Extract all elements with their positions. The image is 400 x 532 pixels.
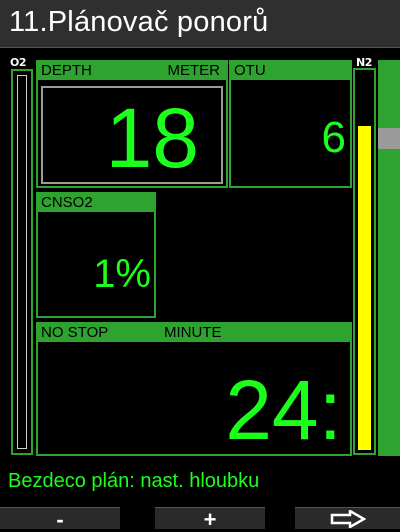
- decrease-button-label: -: [56, 507, 64, 532]
- no-stop-label: NO STOP: [41, 324, 109, 341]
- depth-unit: METER: [167, 62, 221, 79]
- status-message: Bezdeco plán: nast. hloubku: [8, 470, 260, 492]
- o2-gauge-label: O2: [10, 56, 27, 69]
- title-bar: 11.Plánovač ponorů: [0, 0, 400, 48]
- no-stop-panel: NO STOP MINUTE 24:: [36, 322, 352, 456]
- o2-gauge: [11, 69, 33, 455]
- cns-o2-value: 1%: [93, 252, 151, 296]
- depth-value-box[interactable]: 18: [41, 86, 223, 184]
- arrow-right-icon: [330, 510, 366, 528]
- no-stop-header: NO STOP MINUTE: [38, 324, 350, 342]
- otu-panel: OTU 6: [229, 60, 352, 188]
- n2-gauge: [353, 68, 376, 455]
- cns-o2-panel: CNSO2 1%: [36, 192, 156, 318]
- cns-o2-label: CNSO2: [41, 194, 93, 211]
- no-stop-value: 24:: [225, 363, 342, 457]
- increase-button[interactable]: +: [155, 507, 265, 532]
- o2-gauge-bar: [17, 75, 27, 449]
- cns-o2-header: CNSO2: [38, 194, 154, 212]
- scrollbar-thumb[interactable]: [378, 128, 400, 149]
- otu-header: OTU: [231, 62, 350, 80]
- decrease-button[interactable]: -: [0, 507, 120, 532]
- depth-label: DEPTH: [41, 62, 92, 79]
- next-button[interactable]: [295, 507, 400, 529]
- otu-value: 6: [321, 113, 346, 162]
- depth-header: DEPTH METER: [38, 62, 226, 80]
- scrollbar-track[interactable]: [378, 60, 400, 456]
- otu-label: OTU: [234, 62, 266, 79]
- no-stop-unit: MINUTE: [164, 324, 222, 341]
- increase-button-label: +: [203, 507, 217, 532]
- page-title: 11.Plánovač ponorů: [9, 6, 269, 38]
- depth-panel: DEPTH METER 18: [36, 60, 228, 188]
- n2-gauge-fill: [358, 126, 371, 450]
- depth-value: 18: [105, 91, 199, 185]
